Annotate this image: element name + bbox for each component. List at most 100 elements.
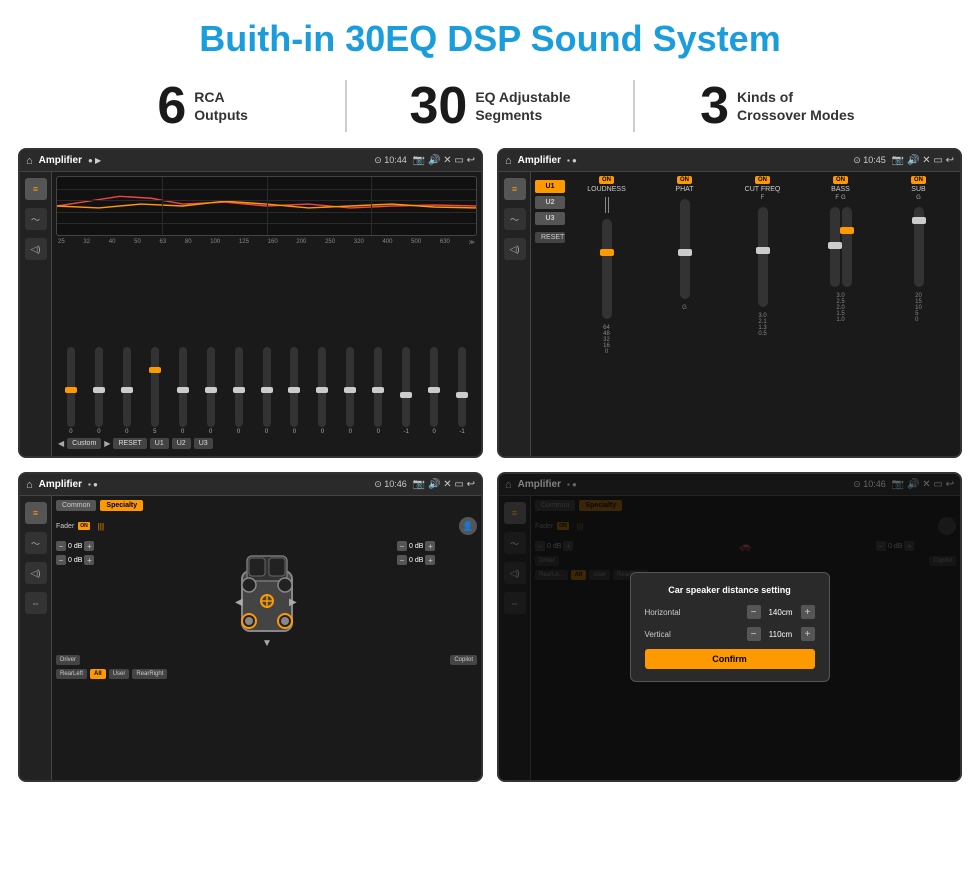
sub-slider[interactable] bbox=[914, 207, 924, 287]
slider-9: 0 bbox=[282, 347, 308, 435]
stat-rca-number: 6 bbox=[157, 80, 186, 132]
wave-icon[interactable]: 〜 bbox=[25, 208, 47, 230]
u2-preset[interactable]: U2 bbox=[535, 196, 565, 209]
sub-col: ON SUB G 20151050 bbox=[881, 176, 956, 452]
u3-preset[interactable]: U3 bbox=[535, 212, 565, 225]
db3-minus[interactable]: − bbox=[397, 541, 407, 551]
db2-value: 0 dB bbox=[68, 557, 82, 564]
stat-crossover-number: 3 bbox=[700, 80, 729, 132]
rearright-btn[interactable]: RearRight bbox=[132, 669, 167, 679]
horizontal-label: Horizontal bbox=[645, 608, 681, 617]
custom-btn[interactable]: Custom bbox=[67, 438, 101, 449]
spec-bottom-btns-2: RearLeft All User RearRight bbox=[56, 669, 477, 679]
u1-btn[interactable]: U1 bbox=[150, 438, 169, 449]
bass-on-badge: ON bbox=[833, 176, 848, 184]
topbar-amp2-title: Amplifier bbox=[518, 155, 561, 166]
screens-grid: ⌂ Amplifier ● ▶ ⊙ 10:44 📷 🔊 ✕ ▭ ↩ ≡ 〜 ◁) bbox=[0, 148, 980, 792]
db4-minus[interactable]: − bbox=[397, 555, 407, 565]
amp2-layout: U1 U2 U3 RESET ON LOUDNESS bbox=[531, 172, 960, 456]
loudness-on-badge: ON bbox=[599, 176, 614, 184]
topbar-eq-icons: 📷 🔊 ✕ ▭ ↩ bbox=[413, 155, 475, 166]
svg-text:▼: ▼ bbox=[262, 638, 272, 649]
wave2-icon[interactable]: 〜 bbox=[504, 208, 526, 230]
screen-dialog: ⌂ Amplifier ▪ ● ⊙ 10:46 📷 🔊 ✕ ▭ ↩ ≡ 〜 ◁)… bbox=[497, 472, 962, 782]
topbar-spec: ⌂ Amplifier ▪ ● ⊙ 10:46 📷 🔊 ✕ ▭ ↩ bbox=[20, 474, 481, 496]
db1-minus[interactable]: − bbox=[56, 541, 66, 551]
reset-btn[interactable]: RESET bbox=[113, 438, 146, 449]
db1-plus[interactable]: + bbox=[84, 541, 94, 551]
topbar-spec-icons: 📷 🔊 ✕ ▭ ↩ bbox=[413, 479, 475, 490]
u1-preset[interactable]: U1 bbox=[535, 180, 565, 193]
topbar-eq-time: ⊙ 10:44 bbox=[374, 155, 407, 166]
rearleft-btn[interactable]: RearLeft bbox=[56, 669, 87, 679]
loudness-label: LOUDNESS bbox=[587, 186, 626, 193]
screen-amp2-sidebar: ≡ 〜 ◁) bbox=[499, 172, 531, 456]
vertical-plus[interactable]: + bbox=[801, 627, 815, 641]
horizontal-row: Horizontal − 140cm + bbox=[645, 605, 815, 619]
spec-body: − 0 dB + − 0 dB + bbox=[56, 541, 477, 651]
spec-wave-icon[interactable]: 〜 bbox=[25, 532, 47, 554]
driver-btn[interactable]: Driver bbox=[56, 655, 80, 665]
vertical-label: Vertical bbox=[645, 630, 671, 639]
screen-spec-content: ≡ 〜 ◁) ⇔ Common Specialty Fader ON bbox=[20, 496, 481, 780]
tab-common[interactable]: Common bbox=[56, 500, 96, 511]
avatar-icon: 👤 bbox=[459, 517, 477, 535]
spec-eq-icon[interactable]: ≡ bbox=[25, 502, 47, 524]
speaker-icon[interactable]: ◁) bbox=[25, 238, 47, 260]
horizontal-plus[interactable]: + bbox=[801, 605, 815, 619]
cutfreq-slider[interactable] bbox=[758, 207, 768, 307]
next-icon[interactable]: ▶ bbox=[104, 439, 110, 448]
vertical-value: 110cm bbox=[765, 630, 797, 639]
user-btn[interactable]: User bbox=[109, 669, 130, 679]
fader-label: Fader bbox=[56, 523, 74, 530]
slider-14: 0 bbox=[421, 347, 447, 435]
fader-row: Fader ON ||| 👤 bbox=[56, 517, 477, 535]
phat-slider[interactable] bbox=[680, 199, 690, 299]
copilot-btn[interactable]: Copilot bbox=[450, 655, 477, 665]
all-btn[interactable]: All bbox=[90, 669, 106, 679]
eq2-icon[interactable]: ≡ bbox=[504, 178, 526, 200]
db3-plus[interactable]: + bbox=[425, 541, 435, 551]
db4-plus[interactable]: + bbox=[425, 555, 435, 565]
topbar-eq-dots: ● ▶ bbox=[88, 156, 101, 165]
home-icon: ⌂ bbox=[26, 155, 33, 167]
confirm-button[interactable]: Confirm bbox=[645, 649, 815, 669]
car-diagram-area: ◀ ▶ ▼ bbox=[144, 541, 389, 651]
slider-13: -1 bbox=[393, 347, 419, 435]
loudness-slider[interactable] bbox=[602, 219, 612, 319]
spec-left-controls: − 0 dB + − 0 dB + bbox=[56, 541, 136, 651]
u3-btn[interactable]: U3 bbox=[194, 438, 213, 449]
tab-specialty[interactable]: Specialty bbox=[100, 500, 143, 511]
screen-eq: ⌂ Amplifier ● ▶ ⊙ 10:44 📷 🔊 ✕ ▭ ↩ ≡ 〜 ◁) bbox=[18, 148, 483, 458]
u2-btn[interactable]: U2 bbox=[172, 438, 191, 449]
eq-sliders: 0 0 0 5 bbox=[56, 250, 477, 435]
spec-arrow-icon[interactable]: ⇔ bbox=[25, 592, 47, 614]
stat-eq: 30 EQ AdjustableSegments bbox=[347, 80, 634, 132]
svg-text:◀: ◀ bbox=[235, 597, 243, 608]
topbar-eq: ⌂ Amplifier ● ▶ ⊙ 10:44 📷 🔊 ✕ ▭ ↩ bbox=[20, 150, 481, 172]
speaker2-icon[interactable]: ◁) bbox=[504, 238, 526, 260]
cutfreq-label: CUT FREQ bbox=[745, 186, 781, 193]
db-row-4: − 0 dB + bbox=[397, 555, 477, 565]
eq-main: 253240506380100125160200250320400500630 … bbox=[52, 172, 481, 456]
sub-on-badge: ON bbox=[911, 176, 926, 184]
db2-minus[interactable]: − bbox=[56, 555, 66, 565]
bass-slider-g[interactable] bbox=[842, 207, 852, 287]
screen-spec-sidebar: ≡ 〜 ◁) ⇔ bbox=[20, 496, 52, 780]
vertical-minus[interactable]: − bbox=[747, 627, 761, 641]
topbar-spec-dots: ▪ ● bbox=[88, 480, 98, 489]
amp2-reset-btn[interactable]: RESET bbox=[535, 232, 565, 243]
horizontal-minus[interactable]: − bbox=[747, 605, 761, 619]
eq-icon[interactable]: ≡ bbox=[25, 178, 47, 200]
bass-slider-f[interactable] bbox=[830, 207, 840, 287]
eq-graph bbox=[56, 176, 477, 236]
page-title: Buith-in 30EQ DSP Sound System bbox=[0, 0, 980, 70]
dialog-overlay: Car speaker distance setting Horizontal … bbox=[499, 474, 960, 780]
stat-eq-number: 30 bbox=[409, 80, 467, 132]
spec-speaker-icon[interactable]: ◁) bbox=[25, 562, 47, 584]
db2-plus[interactable]: + bbox=[84, 555, 94, 565]
prev-icon[interactable]: ◀ bbox=[58, 439, 64, 448]
screen-eq-sidebar: ≡ 〜 ◁) bbox=[20, 172, 52, 456]
slider-6: 0 bbox=[198, 347, 224, 435]
dialog-title: Car speaker distance setting bbox=[645, 585, 815, 595]
